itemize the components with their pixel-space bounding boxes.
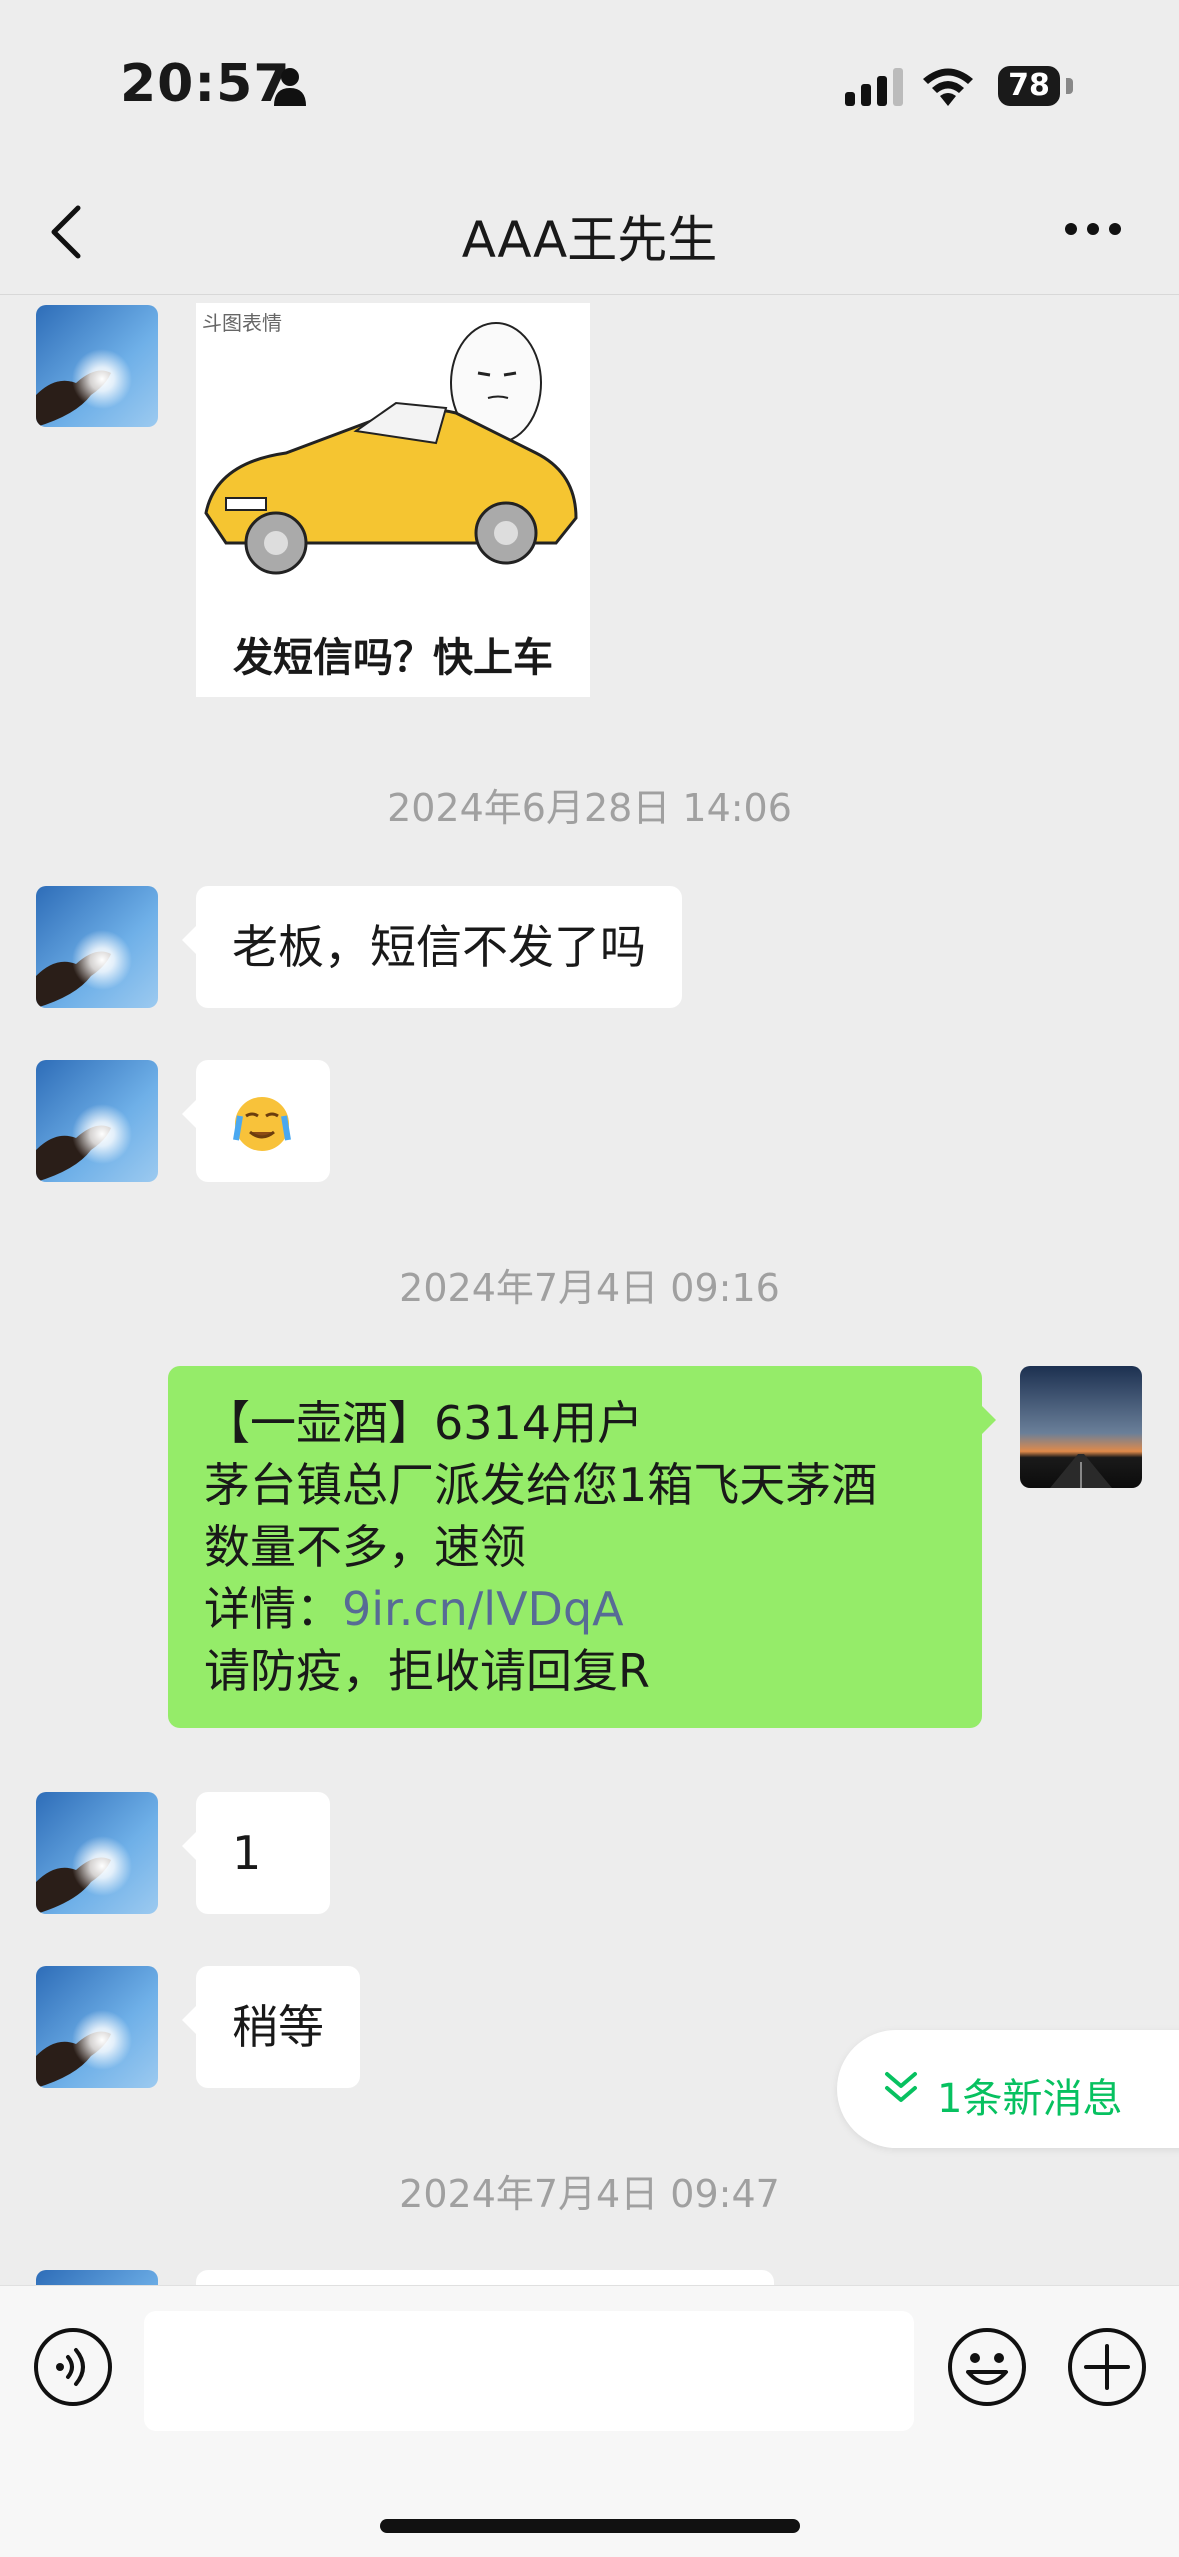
message-bubble[interactable]: 老板，短信不发了吗 — [182, 886, 682, 1008]
sticker-caption: 发短信吗？快上车 — [233, 635, 553, 681]
plus-icon[interactable] — [1066, 2326, 1148, 2408]
message-text: 稍等 — [232, 2000, 324, 2054]
contact-avatar[interactable] — [36, 1060, 158, 1182]
chat-area[interactable]: 斗图表情 发短信吗？快上车 2024年6月28日 14:06 老板，短信不发了吗 — [0, 295, 1179, 2285]
sms-line: 【一壶酒】6314用户 — [204, 1396, 644, 1450]
contact-avatar[interactable] — [36, 2270, 158, 2285]
sms-link[interactable]: 9ir.cn/lVDqA — [342, 1582, 624, 1636]
signal-icon — [845, 68, 903, 106]
voice-icon[interactable] — [32, 2326, 114, 2408]
battery-tip — [1066, 78, 1073, 94]
sms-line: 茅台镇总厂派发给您1箱飞天茅酒 — [204, 1458, 878, 1512]
more-icon[interactable] — [1064, 222, 1122, 236]
sms-detail-label: 详情： — [204, 1582, 342, 1636]
sticker-image[interactable]: 斗图表情 发短信吗？快上车 — [196, 303, 590, 697]
sms-line: 数量不多，速领 — [204, 1520, 526, 1574]
sent-message-bubble[interactable]: 【一壶酒】6314用户 茅台镇总厂派发给您1箱飞天茅酒 数量不多，速领 详情：9… — [168, 1366, 996, 1728]
contact-avatar[interactable] — [36, 305, 158, 427]
message-text: 老板，短信不发了吗 — [232, 920, 646, 974]
message-bubble[interactable]: 稍等 — [182, 1966, 360, 2088]
sticker-brand: 斗图表情 — [202, 311, 282, 335]
status-bar: 20:57 78 — [0, 0, 1179, 170]
double-chevron-down-icon — [885, 2072, 917, 2102]
new-messages-button[interactable]: 1条新消息 — [837, 2030, 1179, 2148]
message-text: 1 — [232, 1826, 262, 1880]
input-bar — [0, 2285, 1179, 2557]
crying-face-icon — [233, 1097, 291, 1151]
timestamp: 2024年7月4日 09:16 — [399, 1266, 780, 1310]
wifi-icon — [923, 68, 973, 106]
emoji-icon[interactable] — [946, 2326, 1028, 2408]
new-messages-label: 1条新消息 — [937, 2076, 1123, 2122]
message-input[interactable] — [144, 2311, 914, 2431]
home-indicator — [380, 2519, 800, 2533]
sms-line: 请防疫，拒收请回复R — [204, 1644, 650, 1698]
message-bubble[interactable] — [196, 2270, 774, 2285]
car-illustration — [204, 322, 578, 575]
contact-avatar[interactable] — [36, 1966, 158, 2088]
my-avatar[interactable] — [1020, 1366, 1142, 1488]
timestamp: 2024年6月28日 14:06 — [387, 786, 792, 830]
nav-bar: AAA王先生 — [0, 170, 1179, 295]
timestamp: 2024年7月4日 09:47 — [399, 2172, 780, 2216]
person-icon — [274, 68, 306, 106]
status-time: 20:57 — [120, 54, 291, 114]
battery-indicator: 78 — [998, 66, 1060, 106]
message-bubble[interactable]: 😭 — [182, 1060, 330, 1182]
sms-line: 详情：9ir.cn/lVDqA — [204, 1578, 946, 1640]
message-bubble[interactable]: 1 — [182, 1792, 330, 1914]
chat-title: AAA王先生 — [461, 211, 718, 269]
contact-avatar[interactable] — [36, 1792, 158, 1914]
contact-avatar[interactable] — [36, 886, 158, 1008]
